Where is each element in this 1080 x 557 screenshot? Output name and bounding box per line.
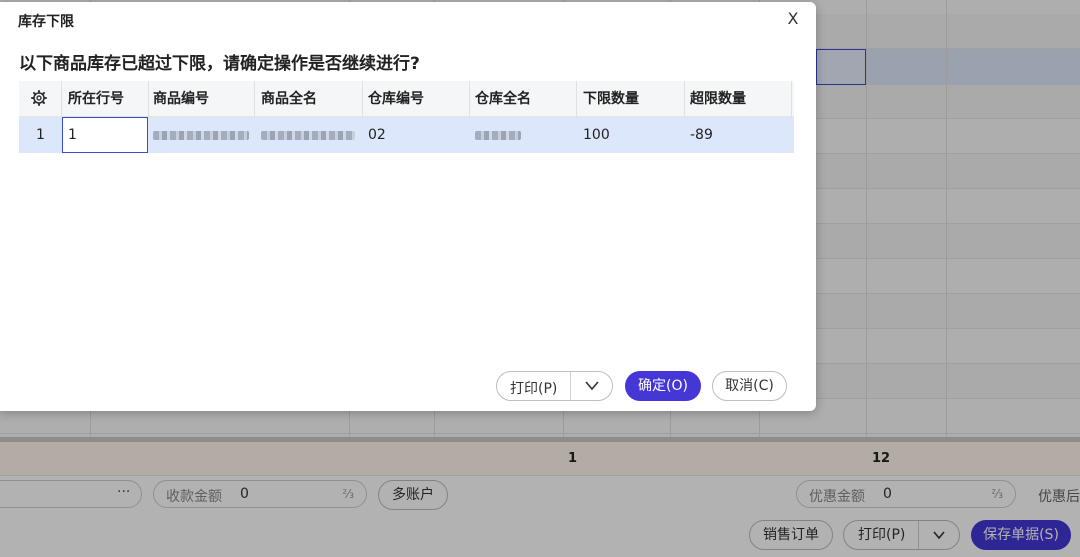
cancel-button[interactable]: 取消(C) — [712, 371, 787, 401]
product-code-cell[interactable] — [147, 117, 255, 153]
redacted-text — [261, 130, 355, 140]
warehouse-name-cell[interactable] — [469, 117, 577, 153]
line-no-cell[interactable]: 1 — [62, 117, 148, 153]
product-name-cell[interactable] — [255, 117, 363, 153]
row-index: 1 — [36, 127, 45, 143]
split-divider — [570, 372, 571, 400]
lower-limit-cell[interactable]: 100 — [577, 117, 685, 153]
dialog-title: 库存下限 — [18, 14, 74, 30]
column-header-product-code[interactable]: 商品编号 — [147, 81, 255, 117]
column-header-line-no[interactable]: 所在行号 — [61, 81, 149, 117]
column-header-warehouse-name[interactable]: 仓库全名 — [469, 81, 577, 117]
table-header: 所在行号 商品编号 商品全名 仓库编号 仓库全名 下限数量 超限数量 — [19, 81, 794, 117]
close-icon[interactable]: X — [784, 10, 802, 28]
redacted-text — [475, 130, 521, 140]
stock-limit-dialog: 库存下限 X 以下商品库存已超过下限，请确定操作是否继续进行? 所在行号 商品编… — [0, 2, 816, 411]
ok-button[interactable]: 确定(O) — [625, 371, 701, 401]
dialog-message: 以下商品库存已超过下限，请确定操作是否继续进行? — [19, 54, 420, 74]
column-header-over-limit[interactable]: 超限数量 — [684, 81, 792, 117]
gear-icon[interactable] — [31, 90, 47, 106]
table-row[interactable]: 1 1 02 100 -89 — [19, 117, 794, 153]
over-limit-cell[interactable]: -89 — [684, 117, 792, 153]
print-button[interactable]: 打印(P) — [510, 378, 557, 398]
warehouse-code-cell[interactable]: 02 — [362, 117, 470, 153]
print-split-button[interactable]: 打印(P) — [496, 371, 613, 401]
column-header-lower-limit[interactable]: 下限数量 — [577, 81, 685, 117]
chevron-down-icon[interactable] — [584, 379, 600, 393]
column-header-product-name[interactable]: 商品全名 — [255, 81, 363, 117]
redacted-text — [153, 130, 249, 140]
column-header-warehouse-code[interactable]: 仓库编号 — [362, 81, 470, 117]
